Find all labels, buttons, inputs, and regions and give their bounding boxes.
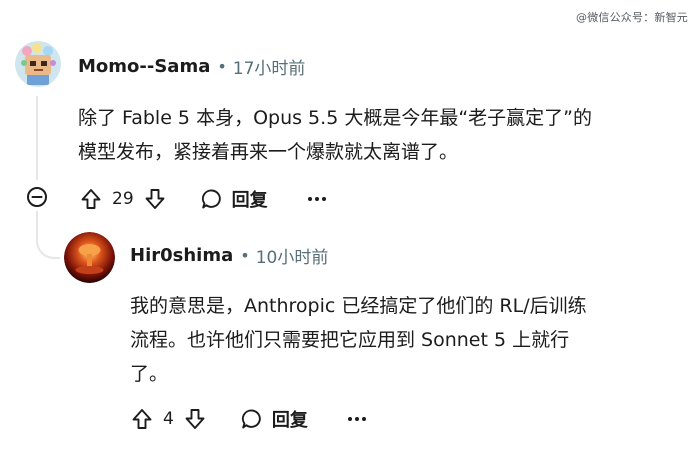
comment-line: 我的意思是，Anthropic 已经搞定了他们的 RL/后训练 [130, 295, 587, 317]
arrow-down-icon [145, 189, 165, 209]
speech-bubble-icon [201, 189, 221, 209]
comment-line: 了。 [130, 363, 169, 385]
timestamp[interactable]: 17小时前 [233, 54, 306, 79]
avatar[interactable] [64, 232, 115, 283]
downvote-button[interactable] [140, 184, 170, 214]
reply-button[interactable]: 回复 [200, 186, 268, 212]
collapse-button[interactable] [26, 186, 48, 208]
more-options-button[interactable] [342, 404, 372, 434]
arrow-up-icon [81, 189, 101, 209]
avatar[interactable] [15, 41, 61, 87]
more-horizontal-icon [347, 417, 366, 421]
avatar-image [15, 41, 61, 87]
upvote-button[interactable] [76, 184, 106, 214]
comment-actions: 4 回复 [127, 402, 372, 436]
watermark: @微信公众号：新智元 [576, 11, 688, 24]
vote-count: 29 [112, 189, 134, 209]
more-horizontal-icon [307, 197, 326, 201]
separator-dot: • [240, 246, 250, 265]
thread-line[interactable] [36, 96, 38, 180]
upvote-button[interactable] [127, 404, 157, 434]
comment-line: 流程。也许他们只需要把它应用到 Sonnet 5 上就行 [130, 329, 570, 351]
reply-button[interactable]: 回复 [240, 406, 308, 432]
timestamp[interactable]: 10小时前 [256, 243, 329, 268]
arrow-down-icon [185, 409, 205, 429]
downvote-button[interactable] [180, 404, 210, 434]
comment-body: 除了 Fable 5 本身，Opus 5.5 大概是今年最“老子赢定了”的 模型… [78, 101, 592, 169]
vote-count: 4 [163, 409, 174, 429]
comment-line: 除了 Fable 5 本身，Opus 5.5 大概是今年最“老子赢定了”的 [78, 107, 593, 129]
more-options-button[interactable] [302, 184, 332, 214]
comment-body: 我的意思是，Anthropic 已经搞定了他们的 RL/后训练 流程。也许他们只… [130, 289, 587, 391]
comment-actions: 29 回复 [76, 182, 332, 216]
thread-connector [36, 211, 60, 259]
speech-bubble-icon [241, 409, 261, 429]
arrow-up-icon [132, 409, 152, 429]
avatar-image [64, 232, 115, 283]
reply-label: 回复 [231, 190, 268, 211]
separator-dot: • [217, 57, 227, 76]
minus-circle-icon [27, 187, 47, 207]
author-name[interactable]: Hir0shima [130, 245, 233, 266]
comment-header: Momo--Sama • 17小时前 [78, 54, 305, 79]
comment-header: Hir0shima • 10小时前 [130, 243, 328, 268]
reply-label: 回复 [271, 410, 308, 431]
comment-line: 模型发布，紧接着再来一个爆款就太离谱了。 [78, 141, 459, 163]
author-name[interactable]: Momo--Sama [78, 56, 210, 77]
